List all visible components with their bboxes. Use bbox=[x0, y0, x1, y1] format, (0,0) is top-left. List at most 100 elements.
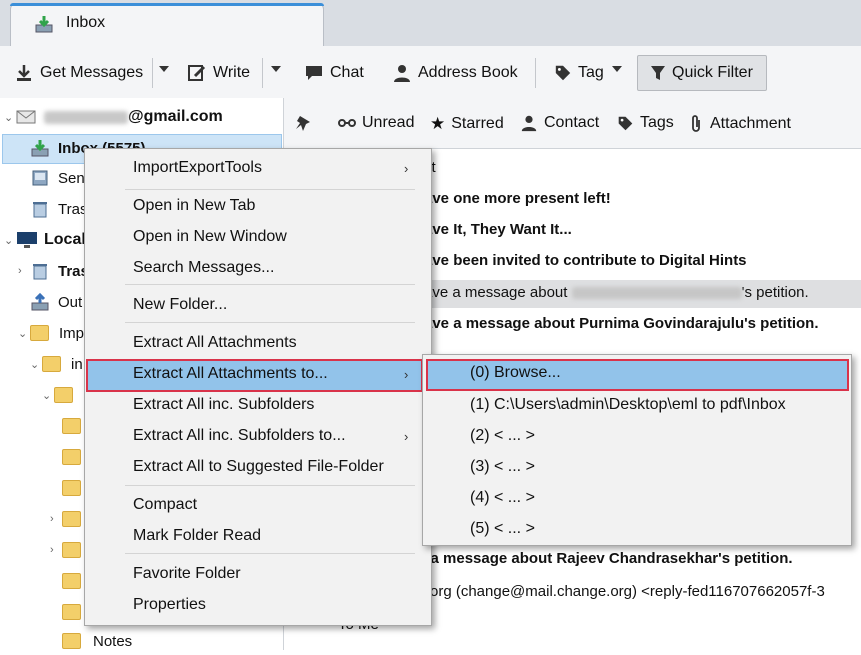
menu-item-properties[interactable]: Properties bbox=[86, 591, 426, 619]
get-messages-button[interactable]: Get Messages bbox=[14, 59, 143, 87]
chat-button[interactable]: Chat bbox=[304, 59, 364, 87]
subfolder-row[interactable] bbox=[62, 412, 81, 440]
tag-label: Tag bbox=[578, 64, 604, 81]
folder-in-label: in bbox=[71, 355, 83, 373]
folder-notes-label: Notes bbox=[93, 632, 133, 650]
menu-item-open-new-window[interactable]: Open in New Window bbox=[86, 223, 426, 251]
tag-button[interactable]: Tag bbox=[554, 59, 604, 87]
submenu-item-label: (4) < ... > bbox=[470, 489, 535, 506]
chat-label: Chat bbox=[330, 64, 364, 81]
submenu-item-path-1[interactable]: (1) C:\Users\admin\Desktop\eml to pdf\In… bbox=[470, 396, 786, 414]
menu-item-extract-all-inc-subfolders-to[interactable]: Extract All inc. Subfolders to... › bbox=[86, 422, 426, 450]
message-row[interactable]: ave one more present left! bbox=[424, 190, 611, 207]
menu-item-search-messages[interactable]: Search Messages... bbox=[86, 254, 426, 282]
folder-imp-label: Imp bbox=[59, 324, 85, 342]
attachment-label: Attachment bbox=[710, 115, 791, 132]
tab-inbox[interactable] bbox=[10, 3, 324, 47]
toolbar-separator bbox=[262, 58, 263, 88]
menu-item-new-folder[interactable]: New Folder... bbox=[86, 291, 426, 319]
starred-filter-button[interactable]: ★ Starred bbox=[430, 114, 504, 134]
submenu-arrow-icon: › bbox=[404, 160, 409, 176]
menu-item-importexporttools[interactable]: ImportExportTools › bbox=[86, 154, 426, 182]
folder-sub[interactable]: ⌄ I bbox=[42, 381, 87, 409]
folder-outbox[interactable]: Out bbox=[30, 288, 82, 316]
menu-item-label: Extract All to Suggested File-Folder bbox=[133, 458, 384, 475]
submenu-item-path-3[interactable]: (3) < ... > bbox=[470, 458, 535, 476]
tag-icon bbox=[555, 65, 571, 81]
subfolder-row[interactable] bbox=[62, 474, 81, 502]
subfolder-row[interactable]: › bbox=[50, 536, 81, 564]
folder-icon bbox=[62, 511, 81, 527]
get-messages-label: Get Messages bbox=[40, 64, 144, 81]
message-row[interactable]: ave a message about Purnima Govindarajul… bbox=[424, 315, 819, 332]
menu-item-extract-all-inc-subfolders[interactable]: Extract All inc. Subfolders bbox=[86, 391, 426, 419]
message-row[interactable]: ave a message about 's petition. bbox=[424, 284, 809, 301]
quick-filter-content: Quick Filter bbox=[650, 59, 753, 87]
subfolder-row[interactable] bbox=[62, 567, 81, 595]
contact-person-icon bbox=[521, 115, 537, 132]
submenu-item-path-4[interactable]: (4) < ... > bbox=[470, 489, 535, 507]
tags-label: Tags bbox=[640, 114, 674, 131]
pencil-icon bbox=[188, 65, 206, 81]
star-icon: ★ bbox=[430, 114, 446, 133]
menu-item-mark-folder-read[interactable]: Mark Folder Read bbox=[86, 522, 426, 550]
funnel-icon bbox=[651, 66, 665, 80]
quick-filter-label: Quick Filter bbox=[672, 64, 753, 81]
message-row[interactable]: ave been invited to contribute to Digita… bbox=[424, 252, 747, 269]
expand-arrow-icon: › bbox=[18, 265, 22, 277]
contact-filter-button[interactable]: Contact bbox=[520, 114, 599, 132]
attachment-filter-button[interactable]: Attachment bbox=[688, 114, 791, 134]
subfolder-row[interactable] bbox=[62, 598, 81, 626]
message-row[interactable]: e a message about Rajeev Chandrasekhar's… bbox=[418, 550, 793, 567]
menu-item-label: Mark Folder Read bbox=[133, 527, 262, 544]
folder-sent[interactable]: Sen bbox=[30, 164, 85, 192]
submenu-item-path-2[interactable]: (2) < ... > bbox=[470, 427, 535, 445]
unread-label: Unread bbox=[362, 114, 415, 131]
menu-item-label: Open in New Tab bbox=[133, 197, 256, 214]
write-button[interactable]: Write bbox=[187, 59, 250, 87]
pin-filter-button[interactable] bbox=[294, 114, 314, 134]
unread-filter-button[interactable]: Unread bbox=[338, 114, 414, 132]
folder-icon bbox=[42, 356, 61, 372]
message-from-text: org (change@mail.change.org) <reply-fed1… bbox=[430, 583, 825, 600]
pin-icon bbox=[296, 116, 310, 131]
subfolder-row[interactable] bbox=[62, 443, 81, 471]
menu-separator bbox=[125, 189, 415, 190]
menu-item-extract-all-attachments[interactable]: Extract All Attachments bbox=[86, 329, 426, 357]
tag-dropdown-icon[interactable] bbox=[612, 66, 622, 72]
menu-item-extract-all-suggested-folder[interactable]: Extract All to Suggested File-Folder bbox=[86, 453, 426, 481]
submenu-arrow-icon: › bbox=[404, 428, 409, 444]
folder-notes[interactable]: Notes bbox=[62, 627, 132, 655]
folder-imp[interactable]: ⌄ Imp bbox=[18, 319, 84, 347]
get-messages-dropdown-icon[interactable] bbox=[159, 66, 169, 72]
menu-item-open-new-tab[interactable]: Open in New Tab bbox=[86, 192, 426, 220]
tag-icon bbox=[618, 116, 633, 130]
submenu-item-path-5[interactable]: (5) < ... > bbox=[470, 520, 535, 538]
message-subject: e a message about Rajeev Chandrasekhar's… bbox=[418, 550, 793, 567]
contact-label: Contact bbox=[544, 114, 600, 131]
account-row[interactable]: ⌄ @gmail.com bbox=[4, 103, 223, 131]
menu-item-compact[interactable]: Compact bbox=[86, 491, 426, 519]
folder-local-trash[interactable]: › Tras bbox=[18, 257, 89, 285]
folder-in[interactable]: ⌄ in bbox=[30, 350, 83, 378]
message-row[interactable]: ave It, They Want It... bbox=[424, 221, 572, 238]
submenu-item-browse[interactable]: (0) Browse... bbox=[470, 364, 561, 382]
account-domain: @gmail.com bbox=[128, 108, 223, 125]
address-book-button[interactable]: Address Book bbox=[392, 59, 518, 87]
menu-item-label: Properties bbox=[133, 596, 206, 613]
address-book-label: Address Book bbox=[418, 64, 518, 81]
tags-filter-button[interactable]: Tags bbox=[617, 114, 674, 132]
local-folders-row[interactable]: ⌄ Local bbox=[4, 226, 86, 254]
trash-folder-icon bbox=[33, 202, 47, 218]
menu-item-favorite-folder[interactable]: Favorite Folder bbox=[86, 560, 426, 588]
menu-item-label: Compact bbox=[133, 496, 198, 513]
submenu-arrow-icon: › bbox=[404, 366, 409, 382]
submenu-item-label: (1) C:\Users\admin\Desktop\eml to pdf\In… bbox=[470, 396, 786, 413]
folder-icon bbox=[62, 449, 81, 465]
write-dropdown-icon[interactable] bbox=[271, 66, 281, 72]
subfolder-row[interactable]: › bbox=[50, 505, 81, 533]
menu-separator bbox=[125, 485, 415, 486]
folder-trash[interactable]: Tras bbox=[30, 195, 87, 223]
tab-accent bbox=[10, 3, 324, 6]
menu-item-extract-all-attachments-to[interactable]: Extract All Attachments to... › bbox=[86, 360, 426, 388]
